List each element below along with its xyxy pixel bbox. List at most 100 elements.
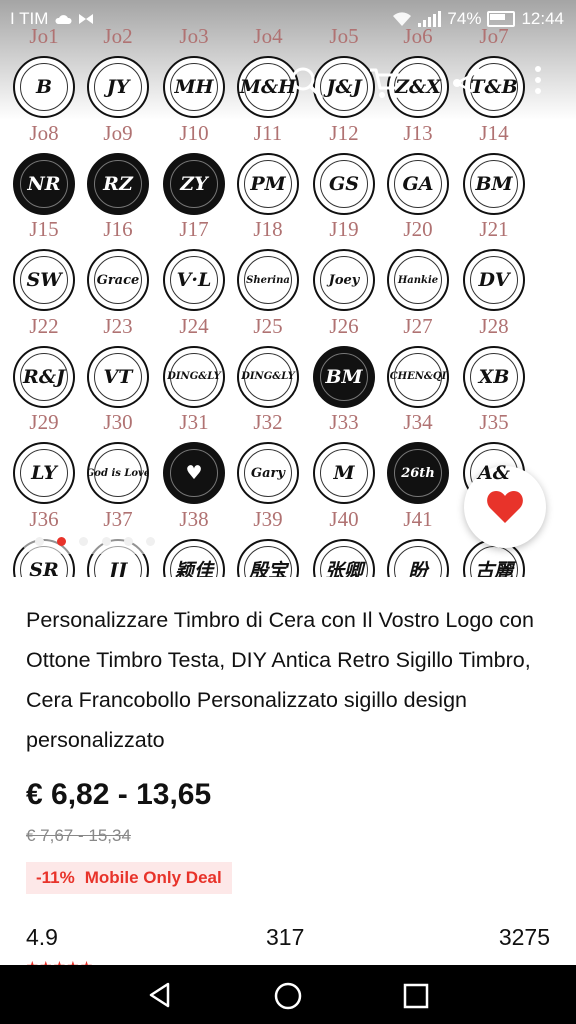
carousel-dot[interactable] (146, 536, 156, 546)
stamp-code-label: J14 (479, 120, 509, 145)
heart-icon (487, 491, 523, 523)
wax-stamp-design: B (13, 56, 75, 118)
stamp-monogram: M (333, 462, 355, 484)
carousel-indicator[interactable] (22, 528, 168, 554)
home-icon[interactable] (273, 981, 303, 1011)
navigation-bar (0, 965, 576, 1024)
stamp-monogram: 殷宝 (248, 560, 287, 577)
stamp-monogram: SW (26, 269, 62, 291)
stamp-code-label: J12 (329, 120, 359, 145)
stamp-monogram: God is Love (87, 467, 149, 479)
stamp-monogram: DING&LY (167, 371, 221, 382)
stamp-code-label: J15 (29, 217, 59, 241)
stamp-monogram: 颖佳 (174, 560, 213, 577)
stamp-monogram: JJ (109, 558, 127, 578)
stamp-monogram: 26th (401, 465, 435, 481)
carousel-dot-active[interactable] (56, 536, 66, 546)
wax-stamp-design: V·L (163, 249, 225, 311)
back-icon[interactable] (146, 981, 174, 1009)
stamp-code-label: J39 (253, 506, 283, 531)
stamp-monogram: PM (250, 172, 286, 195)
stamp-code-label: J20 (403, 217, 433, 241)
carousel-dot[interactable] (123, 536, 133, 546)
reviews-count[interactable]: 317 (266, 924, 304, 951)
stamp-monogram: RZ (103, 172, 133, 195)
stamp-code-label: J40 (329, 506, 359, 531)
stamp-code-label: J10 (179, 120, 209, 145)
carousel-dot[interactable] (101, 536, 111, 546)
stamp-monogram: A& (478, 462, 510, 484)
stamp-monogram: V·L (176, 269, 212, 291)
wax-stamp-design: DING&LY (163, 345, 225, 408)
discount-percent: -11% (36, 868, 75, 887)
wax-stamp-design: R&J (13, 345, 75, 408)
stamp-code-label: J19 (329, 217, 359, 241)
wifi-icon (393, 12, 412, 26)
wax-stamp-design: RZ (87, 152, 149, 215)
stamp-code-label: J17 (179, 217, 209, 241)
stamp-code-label: J34 (403, 410, 433, 434)
signal-icon (418, 11, 442, 27)
wax-stamp-design: Hankie (387, 249, 449, 311)
wax-stamp-design: 张卿 (313, 538, 375, 577)
stamp-code-label: J33 (329, 410, 359, 434)
stamp-code-label: J25 (253, 313, 283, 338)
product-title: Personalizzare Timbro di Cera con Il Vos… (26, 608, 534, 752)
stamp-monogram: LY (31, 462, 57, 484)
stamp-monogram: 古麗 (474, 560, 513, 577)
wax-stamp-design: GS (313, 152, 375, 215)
battery-percent: 74% (447, 9, 482, 28)
stamp-monogram: Hankie (397, 274, 439, 286)
wax-stamp-design: XB (463, 345, 525, 408)
battery-icon (487, 11, 516, 27)
wax-stamp-design: ZY (163, 152, 225, 215)
stamp-code-label: J35 (479, 410, 509, 434)
stamp-code-label: J23 (103, 313, 133, 338)
stamp-code-label: J22 (29, 313, 59, 338)
stamp-monogram: M&H (239, 76, 297, 98)
price-range: € 6,82 - 13,65 (26, 778, 212, 811)
stamp-code-label: J31 (179, 410, 209, 434)
stamp-monogram: Sherina (246, 274, 290, 286)
wax-stamp-design: ♥ (163, 442, 225, 504)
stamp-monogram: NR (27, 172, 61, 195)
mobile-deal-badge: -11% Mobile Only Deal (26, 862, 232, 894)
stamp-monogram: Gary (251, 465, 285, 481)
recents-icon[interactable] (403, 983, 429, 1009)
stamp-monogram: Grace (96, 272, 140, 288)
wax-stamp-design: JY (87, 56, 149, 118)
wax-stamp-design: M (313, 442, 375, 504)
product-image-gallery[interactable]: Jo1 B Jo2 JY Jo3 MH Jo4 M&H Jo5 J&J Jo6 Z&X Jo7 T&B Jo… (0, 0, 576, 577)
wax-stamp-design: LY (13, 442, 75, 504)
stamp-code-label: J11 (253, 120, 283, 145)
rating-value[interactable]: 4.9 (26, 924, 58, 951)
wax-stamp-design: DV (463, 249, 525, 311)
status-bar: I TIM 74% 12:44 (0, 0, 576, 38)
stamp-monogram: GA (402, 172, 434, 195)
wax-stamp-design: 盼 (387, 538, 449, 577)
deal-label: Mobile Only Deal (84, 868, 222, 887)
orders-count[interactable]: 3275 (499, 924, 550, 951)
more-vertical-icon[interactable] (531, 66, 545, 100)
stamp-code-label: J41 (403, 506, 433, 531)
wax-stamp-design: PM (237, 152, 299, 215)
stamp-monogram: XB (478, 365, 510, 388)
stamp-monogram: ♥ (185, 462, 203, 484)
carousel-dot[interactable] (34, 536, 44, 546)
stamp-monogram: SR (29, 558, 59, 578)
cloud-icon (55, 15, 72, 24)
wax-stamp-design: God is Love (87, 442, 149, 504)
carrier-label: I TIM (10, 9, 49, 28)
stamp-code-label: J21 (479, 217, 509, 241)
stamp-monogram: 盼 (408, 560, 428, 577)
stamp-code-label: J38 (179, 506, 209, 531)
wax-stamp-design: GA (387, 152, 449, 215)
stamp-monogram: VT (103, 365, 133, 388)
carousel-dot[interactable] (79, 536, 89, 546)
wax-stamp-design: BM (313, 345, 375, 408)
bowtie-icon (79, 14, 94, 24)
stamp-code-label: J29 (29, 410, 59, 434)
stamp-code-label: J26 (329, 313, 359, 338)
stamp-code-label: J30 (103, 410, 133, 434)
stamp-monogram: 张卿 (324, 560, 363, 577)
